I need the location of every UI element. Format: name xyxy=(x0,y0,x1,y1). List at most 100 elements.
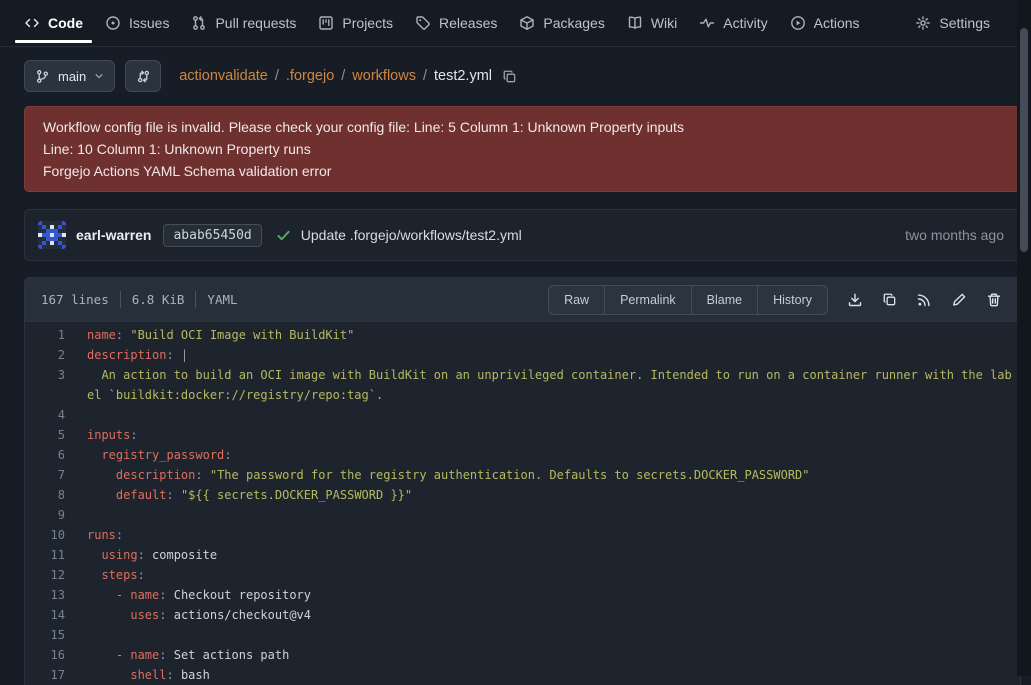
tab-settings[interactable]: Settings xyxy=(904,0,1001,46)
line-content: uses: actions/checkout@v4 xyxy=(87,605,1020,625)
code-line: 4 xyxy=(25,405,1020,425)
raw-button[interactable]: Raw xyxy=(548,285,605,315)
code-line: 2description: | xyxy=(25,345,1020,365)
line-number[interactable]: 17 xyxy=(25,665,87,685)
tab-actions[interactable]: Actions xyxy=(779,0,871,46)
code-line: 10runs: xyxy=(25,525,1020,545)
error-banner: Workflow config file is invalid. Please … xyxy=(24,106,1021,192)
code-line: 1name: "Build OCI Image with BuildKit" xyxy=(25,325,1020,345)
latest-commit-bar: earl-warren abab65450d Update .forgejo/w… xyxy=(24,209,1021,261)
branch-icon xyxy=(35,69,50,84)
tab-label: Activity xyxy=(723,15,767,31)
rss-icon[interactable] xyxy=(916,292,932,308)
breadcrumb-segment[interactable]: actionvalidate xyxy=(179,68,268,84)
code-line: 9 xyxy=(25,505,1020,525)
avatar[interactable] xyxy=(38,221,66,249)
breadcrumb-separator: / xyxy=(334,68,352,84)
line-number[interactable]: 15 xyxy=(25,625,87,645)
play-circle-icon xyxy=(790,15,806,31)
delete-icon[interactable] xyxy=(986,292,1002,308)
edit-icon[interactable] xyxy=(951,292,967,308)
tab-label: Issues xyxy=(129,15,169,31)
line-content: name: "Build OCI Image with BuildKit" xyxy=(87,325,1020,345)
line-number[interactable]: 8 xyxy=(25,485,87,505)
commit-message[interactable]: Update .forgejo/workflows/test2.yml xyxy=(301,227,522,243)
branch-selector-button[interactable]: main xyxy=(24,60,115,92)
line-content: An action to build an OCI image with Bui… xyxy=(87,365,1020,405)
file-stat: 167 lines xyxy=(41,292,109,307)
blame-button[interactable]: Blame xyxy=(692,285,758,315)
stat-divider xyxy=(120,291,121,308)
line-number[interactable]: 9 xyxy=(25,505,87,525)
line-number[interactable]: 4 xyxy=(25,405,87,425)
copy-icon[interactable] xyxy=(882,292,897,307)
error-banner-line: Workflow config file is invalid. Please … xyxy=(43,116,1002,138)
commit-status-check-icon[interactable] xyxy=(276,228,291,243)
line-number[interactable]: 2 xyxy=(25,345,87,365)
download-icon[interactable] xyxy=(847,292,863,308)
line-number[interactable]: 11 xyxy=(25,545,87,565)
file-view: 167 lines 6.8 KiB YAML RawPermalinkBlameHi… xyxy=(24,277,1021,685)
chevron-down-icon xyxy=(94,71,104,81)
tab-packages[interactable]: Packages xyxy=(508,0,615,46)
code-line: 8 default: "${{ secrets.DOCKER_PASSWORD … xyxy=(25,485,1020,505)
line-content: using: composite xyxy=(87,545,1020,565)
permalink-button[interactable]: Permalink xyxy=(605,285,692,315)
tab-wiki[interactable]: Wiki xyxy=(616,0,688,46)
commit-time: two months ago xyxy=(905,227,1004,243)
tab-label: Actions xyxy=(814,15,860,31)
stat-divider xyxy=(195,291,196,308)
line-content: description: | xyxy=(87,345,1020,365)
file-stat: 6.8 KiB xyxy=(132,292,185,307)
line-number[interactable]: 1 xyxy=(25,325,87,345)
tab-label: Releases xyxy=(439,15,497,31)
code-line: 11 using: composite xyxy=(25,545,1020,565)
book-icon xyxy=(627,15,643,31)
file-stat: YAML xyxy=(207,292,237,307)
line-content: registry_password: xyxy=(87,445,1020,465)
line-content xyxy=(87,405,1020,425)
line-number[interactable]: 5 xyxy=(25,425,87,445)
line-content: default: "${{ secrets.DOCKER_PASSWORD }}… xyxy=(87,485,1020,505)
copy-path-icon[interactable] xyxy=(502,69,517,84)
tab-label: Code xyxy=(48,15,83,31)
breadcrumb-segment[interactable]: .forgejo xyxy=(286,68,334,84)
tab-pull-requests[interactable]: Pull requests xyxy=(180,0,307,46)
tab-label: Pull requests xyxy=(215,15,296,31)
line-number[interactable]: 10 xyxy=(25,525,87,545)
tab-label: Packages xyxy=(543,15,604,31)
line-number[interactable]: 7 xyxy=(25,465,87,485)
line-number[interactable]: 3 xyxy=(25,365,87,405)
code-line: 13 - name: Checkout repository xyxy=(25,585,1020,605)
compare-button[interactable] xyxy=(125,60,161,92)
project-board-icon xyxy=(318,15,334,31)
tab-code[interactable]: Code xyxy=(13,0,94,46)
breadcrumb-separator: / xyxy=(416,68,434,84)
breadcrumb-segment[interactable]: workflows xyxy=(352,68,416,84)
line-content: steps: xyxy=(87,565,1020,585)
commit-hash-badge[interactable]: abab65450d xyxy=(163,224,261,247)
breadcrumb-separator: / xyxy=(268,68,286,84)
line-number[interactable]: 6 xyxy=(25,445,87,465)
line-number[interactable]: 16 xyxy=(25,645,87,665)
file-view-button-group: RawPermalinkBlameHistory xyxy=(548,285,828,315)
tab-activity[interactable]: Activity xyxy=(688,0,778,46)
code-line: 14 uses: actions/checkout@v4 xyxy=(25,605,1020,625)
line-number[interactable]: 12 xyxy=(25,565,87,585)
tab-projects[interactable]: Projects xyxy=(307,0,404,46)
line-number[interactable]: 14 xyxy=(25,605,87,625)
history-button[interactable]: History xyxy=(758,285,828,315)
line-content: - name: Set actions path xyxy=(87,645,1020,665)
tab-releases[interactable]: Releases xyxy=(404,0,508,46)
code-line: 15 xyxy=(25,625,1020,645)
tab-label: Projects xyxy=(342,15,393,31)
error-banner-line: Line: 10 Column 1: Unknown Property runs xyxy=(43,138,1002,160)
line-number[interactable]: 13 xyxy=(25,585,87,605)
commit-author[interactable]: earl-warren xyxy=(76,227,151,243)
tab-issues[interactable]: Issues xyxy=(94,0,180,46)
scrollbar-track[interactable] xyxy=(1017,0,1031,676)
pulse-icon xyxy=(699,15,715,31)
scrollbar-thumb[interactable] xyxy=(1020,28,1028,252)
git-compare-icon xyxy=(136,69,151,84)
file-header: 167 lines 6.8 KiB YAML RawPermalinkBlameHi… xyxy=(25,278,1020,322)
